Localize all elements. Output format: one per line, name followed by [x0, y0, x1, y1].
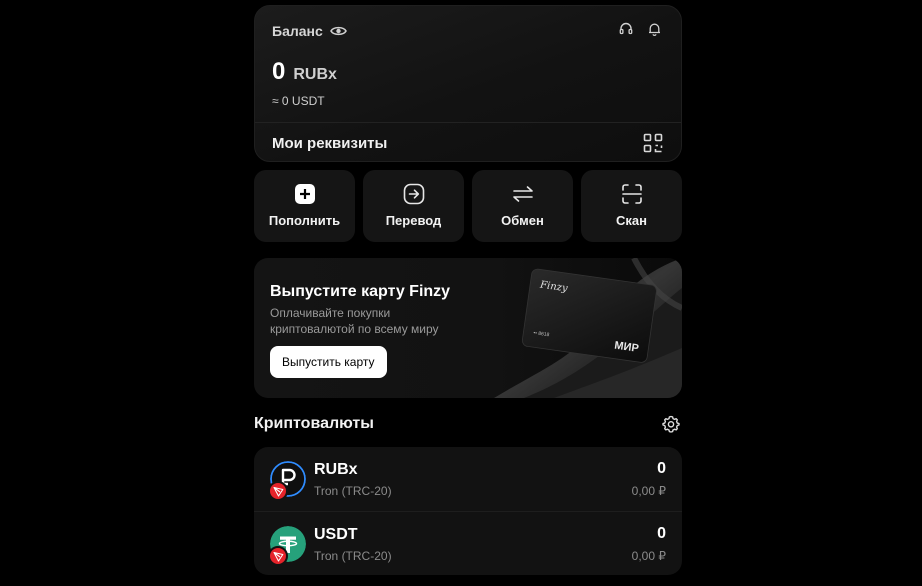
list-item-usdt[interactable]: USDT Tron (TRC-20) 0 0,00 ₽ [254, 511, 682, 575]
wallet-column: Баланс 0 RUBx ≈ 0 USDT Мои реквизиты Поп… [254, 5, 682, 575]
card-promo-banner: Выпустите карту Finzy Оплачивайте покупк… [254, 258, 682, 398]
eye-icon[interactable] [329, 22, 347, 39]
transfer-arrow-icon [403, 183, 425, 205]
exchange-label: Обмен [501, 213, 544, 228]
list-item-rubx[interactable]: RUBx Tron (TRC-20) 0 0,00 ₽ [254, 447, 682, 511]
promo-subtitle: Оплачивайте покупки криптовалютой по все… [270, 306, 439, 336]
tron-network-icon [268, 481, 288, 501]
crypto-section-header: Криптовалюты [254, 415, 682, 433]
usdt-coin-avatar [268, 526, 306, 566]
balance-card: Баланс 0 RUBx ≈ 0 USDT Мои реквизиты [254, 5, 682, 162]
rubx-coin-avatar [268, 461, 306, 501]
crypto-list: RUBx Tron (TRC-20) 0 0,00 ₽ USDT Tron (T… [254, 447, 682, 575]
scan-label: Скан [616, 213, 647, 228]
coin-network: Tron (TRC-20) [314, 549, 392, 563]
balance-value: 0 [272, 58, 286, 85]
coin-amount: 0 [657, 460, 666, 477]
bell-icon[interactable] [647, 21, 661, 37]
balance-amount: 0 RUBx [272, 58, 337, 86]
scan-icon [621, 183, 643, 205]
my-requisites-row[interactable]: Мои реквизиты [272, 123, 663, 161]
transfer-button[interactable]: Перевод [363, 170, 464, 242]
plus-icon [294, 183, 316, 205]
gear-icon[interactable] [662, 415, 680, 433]
balance-approx: ≈ 0 USDT [272, 94, 325, 108]
balance-header: Баланс [272, 22, 347, 39]
tron-network-icon [268, 546, 288, 566]
scan-button[interactable]: Скан [581, 170, 682, 242]
coin-name: RUBx [314, 461, 358, 478]
quick-actions: Пополнить Перевод Обмен Скан [254, 170, 682, 242]
balance-label: Баланс [272, 22, 323, 39]
balance-currency: RUBx [293, 66, 337, 83]
promo-title: Выпустите карту Finzy [270, 283, 451, 300]
top-up-label: Пополнить [268, 213, 341, 228]
coin-network: Tron (TRC-20) [314, 484, 392, 498]
qr-code-icon[interactable] [643, 133, 663, 153]
exchange-icon [512, 183, 534, 205]
coin-name: USDT [314, 526, 358, 543]
top-up-button[interactable]: Пополнить [254, 170, 355, 242]
headset-support-icon[interactable] [619, 21, 633, 37]
issue-card-button[interactable]: Выпустить карту [270, 346, 387, 378]
crypto-section-title: Криптовалюты [254, 415, 374, 432]
coin-amount: 0 [657, 525, 666, 542]
exchange-button[interactable]: Обмен [472, 170, 573, 242]
coin-fiat-value: 0,00 ₽ [631, 484, 666, 498]
balance-top-icons [619, 21, 661, 37]
transfer-label: Перевод [385, 213, 442, 228]
my-requisites-label: Мои реквизиты [272, 134, 388, 152]
card-illustration: Finzy •• 8618 МИР [494, 258, 682, 398]
coin-fiat-value: 0,00 ₽ [631, 549, 666, 563]
